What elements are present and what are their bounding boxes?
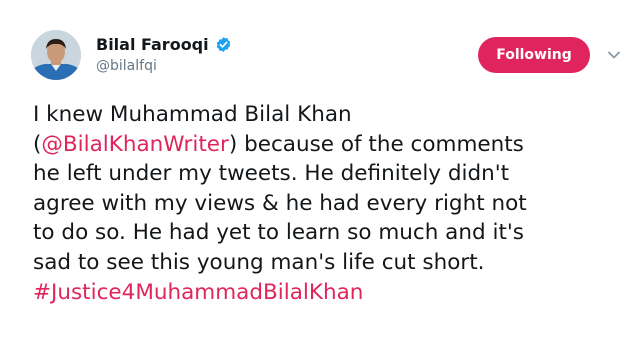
tweet-line-rest: ) because of the comments <box>228 131 524 157</box>
tweet-text: I knew Muhammad Bilal Khan (@BilalKhanWr… <box>33 100 633 307</box>
avatar[interactable] <box>31 30 81 80</box>
tweet-line: he left under my tweets. He definitely d… <box>33 161 510 187</box>
tweet-line: (@BilalKhanWriter) because of the commen… <box>33 130 633 160</box>
user-name-row: Bilal Farooqi <box>96 33 232 55</box>
tweet-line: I knew Muhammad Bilal Khan <box>33 102 352 127</box>
display-name[interactable]: Bilal Farooqi <box>96 35 209 54</box>
verified-badge-icon <box>216 36 230 52</box>
tweet-line: agree with my views & he had every right… <box>33 190 527 216</box>
following-button[interactable]: Following <box>478 37 590 73</box>
user-handle[interactable]: @bilalfqi <box>96 58 157 74</box>
hashtag-link[interactable]: #Justice4MuhammadBilalKhan <box>33 278 633 308</box>
tweet-card: Bilal Farooqi @bilalfqi Following I knew… <box>0 0 640 360</box>
tweet-line: sad to see this young man's life cut sho… <box>33 249 485 275</box>
mention-link[interactable]: @BilalKhanWriter <box>41 132 228 157</box>
avatar-image <box>31 30 81 80</box>
chevron-down-icon[interactable] <box>607 50 621 60</box>
tweet-line: to do so. He had yet to learn so much an… <box>33 220 524 246</box>
